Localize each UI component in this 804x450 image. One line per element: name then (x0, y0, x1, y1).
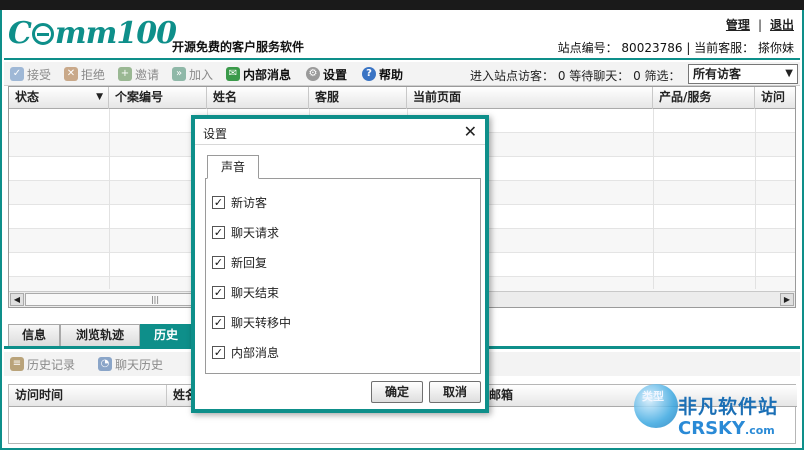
globe-logo-icon (31, 23, 54, 45)
grid-divider (109, 109, 110, 289)
option-label: 聊天请求 (231, 225, 280, 240)
chevron-down-icon: ▼ (785, 68, 793, 79)
watermark-en: CRSKY.com (678, 418, 775, 439)
visitor-status: 进入站点访客： 0 等待聊天： 0 筛选： (470, 69, 681, 83)
app-header: Cmm100 开源免费的客户服务软件 管理 | 退出 站点编号： 80023786 … (4, 12, 800, 60)
internal-message-button[interactable]: ✉ 内部消息 (226, 65, 291, 83)
join-icon: » (172, 67, 186, 81)
watermark-cn: 非凡软件站 (678, 396, 779, 418)
window-titlebar (0, 0, 804, 10)
settings-button[interactable]: ⚙ 设置 (306, 65, 347, 83)
internal-message-icon: ✉ (226, 67, 240, 81)
history-icon: ≡ (10, 357, 24, 371)
column-header-visits[interactable]: 访问 (755, 87, 795, 109)
join-label: 加入 (189, 67, 214, 82)
invite-label: 邀请 (135, 67, 160, 82)
comm100-logo: Cmm100 (8, 16, 177, 51)
main-toolbar: ✓ 接受 ✕ 拒绝 + 邀请 » 加入 ✉ 内部消息 ⚙ 设置 ? 帮助 进入站点访客： 0 … (4, 62, 800, 86)
tab-sound[interactable]: 声音 (207, 155, 259, 179)
join-button[interactable]: » 加入 (172, 65, 213, 83)
column-header-case-id[interactable]: 个案编号 (109, 87, 207, 109)
option-label: 新回复 (231, 255, 268, 270)
logout-link[interactable]: 退出 (770, 18, 794, 32)
ok-button[interactable]: 确定 (371, 381, 423, 403)
option-new-visitor[interactable]: ✓ 新访客 (212, 193, 267, 211)
option-label: 聊天结束 (231, 285, 280, 300)
checkbox-new-visitor[interactable]: ✓ (212, 195, 225, 209)
option-internal-message[interactable]: ✓ 内部消息 (212, 343, 279, 361)
column-header-operator[interactable]: 客服 (309, 87, 407, 109)
option-label: 新访客 (231, 195, 268, 210)
column-header-current-page[interactable]: 当前页面 (407, 87, 653, 109)
history-records-label: 历史记录 (27, 357, 76, 372)
scroll-right-icon[interactable]: ▶ (780, 293, 794, 306)
grid-divider (653, 109, 654, 289)
sound-options-panel: ✓ 新访客 ✓ 聊天请求 ✓ 新回复 ✓ 聊天结束 ✓ 聊天转移中 ✓ 内部消息 (205, 178, 481, 374)
top-nav: 管理 | 退出 (726, 16, 794, 33)
visitor-filter-select[interactable]: 所有访客 ▼ (688, 64, 798, 84)
option-label: 聊天转移中 (231, 315, 292, 330)
tab-browse-trail[interactable]: 浏览轨迹 (60, 324, 140, 346)
grid-header: 状态 ▼ 个案编号 姓名 客服 当前页面 产品/服务 访问 (9, 87, 795, 109)
column-header-visit-time[interactable]: 访问时间 (9, 385, 167, 407)
option-new-reply[interactable]: ✓ 新回复 (212, 253, 267, 271)
option-chat-request[interactable]: ✓ 聊天请求 (212, 223, 279, 241)
grid-divider (755, 109, 756, 289)
history-records-button[interactable]: ≡ 历史记录 (10, 355, 75, 373)
reject-label: 拒绝 (81, 67, 106, 82)
help-icon: ? (362, 67, 376, 81)
cancel-button[interactable]: 取消 (429, 381, 481, 403)
settings-label: 设置 (323, 67, 348, 82)
checkbox-chat-request[interactable]: ✓ (212, 225, 225, 239)
nav-separator: | (757, 18, 762, 32)
chat-history-label: 聊天历史 (115, 357, 164, 372)
reject-button[interactable]: ✕ 拒绝 (64, 65, 105, 83)
dialog-titlebar: 设置 ✕ (195, 119, 485, 145)
column-header-name[interactable]: 姓名 (207, 87, 309, 109)
dialog-title: 设置 (203, 127, 228, 141)
site-info: 站点编号： 80023786 | 当前客服： 搽你妹 (557, 41, 794, 55)
accept-button[interactable]: ✓ 接受 (10, 65, 51, 83)
slogan: 开源免费的客户服务软件 (172, 40, 305, 54)
checkbox-chat-transfer[interactable]: ✓ (212, 315, 225, 329)
filter-value: 所有访客 (693, 67, 742, 81)
invite-icon: + (118, 67, 132, 81)
settings-dialog: 设置 ✕ 声音 ✓ 新访客 ✓ 聊天请求 ✓ 新回复 ✓ 聊天结束 ✓ 聊天转移中 ✓ 内部… (191, 115, 489, 413)
chat-history-icon: ◔ (98, 357, 112, 371)
watermark-badge: 类型 (642, 390, 664, 403)
checkbox-new-reply[interactable]: ✓ (212, 255, 225, 269)
invite-button[interactable]: + 邀请 (118, 65, 159, 83)
column-header-product[interactable]: 产品/服务 (653, 87, 755, 109)
internal-message-label: 内部消息 (243, 67, 292, 82)
column-header-status[interactable]: 状态 ▼ (9, 87, 109, 109)
tab-history[interactable]: 历史 (140, 324, 192, 346)
help-button[interactable]: ? 帮助 (362, 65, 403, 83)
option-chat-ended[interactable]: ✓ 聊天结束 (212, 283, 279, 301)
chevron-down-icon: ▼ (96, 92, 103, 102)
manage-link[interactable]: 管理 (726, 18, 750, 32)
checkbox-chat-ended[interactable]: ✓ (212, 285, 225, 299)
accept-icon: ✓ (10, 67, 24, 81)
chat-history-button[interactable]: ◔ 聊天历史 (98, 355, 163, 373)
help-label: 帮助 (379, 67, 404, 82)
gear-icon: ⚙ (306, 67, 320, 81)
checkbox-internal-message[interactable]: ✓ (212, 345, 225, 359)
accept-label: 接受 (27, 67, 52, 82)
reject-icon: ✕ (64, 67, 78, 81)
scroll-left-icon[interactable]: ◀ (10, 293, 24, 306)
option-chat-transfer[interactable]: ✓ 聊天转移中 (212, 313, 291, 331)
option-label: 内部消息 (231, 345, 280, 360)
tab-info[interactable]: 信息 (8, 324, 60, 346)
close-icon[interactable]: ✕ (464, 122, 477, 141)
crsky-watermark: 类型 非凡软件站 CRSKY.com (628, 382, 800, 446)
